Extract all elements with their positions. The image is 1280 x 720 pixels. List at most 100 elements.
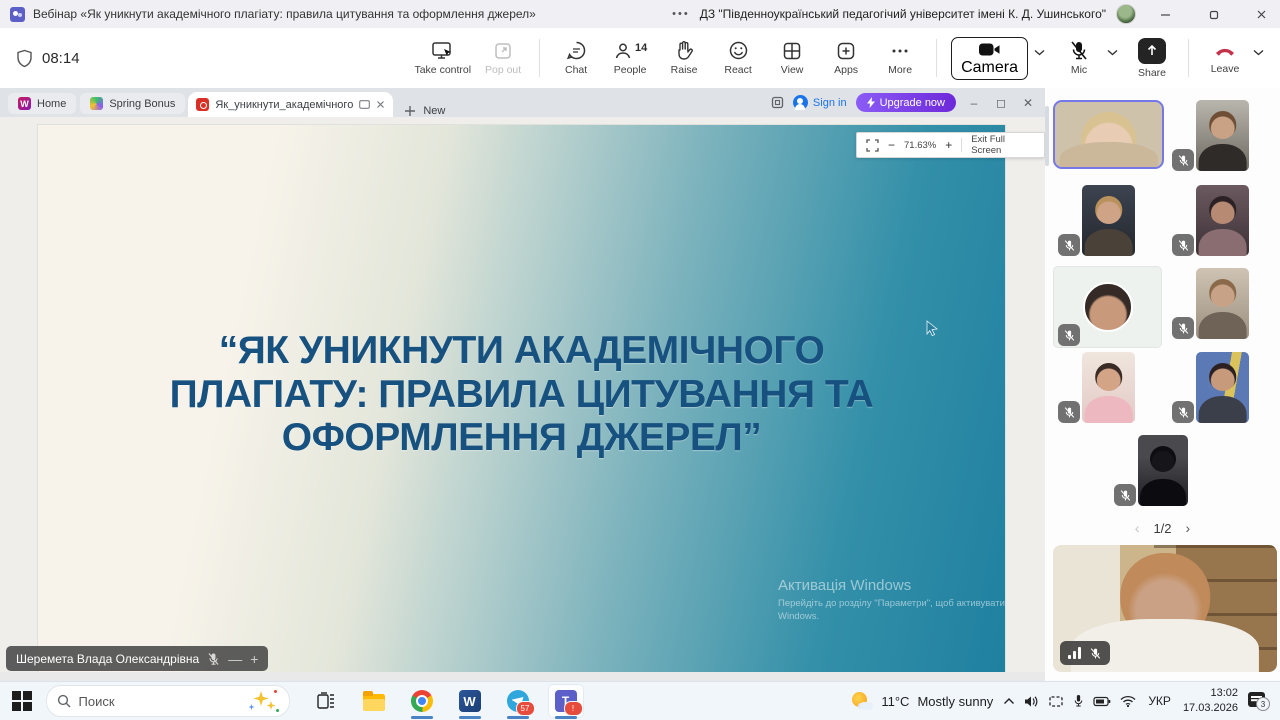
mic-options-chevron[interactable] (1107, 49, 1118, 68)
tab-presentation[interactable]: Як_уникнути_академічного (188, 92, 393, 117)
participant-video[interactable] (1082, 352, 1135, 423)
file-explorer-button[interactable] (356, 684, 392, 718)
share-button[interactable]: Share (1130, 38, 1174, 79)
wildberries-icon: W (18, 97, 31, 110)
notification-center-button[interactable]: 3 (1248, 691, 1270, 711)
video-status-overlay (1060, 641, 1110, 665)
participant-video[interactable] (1196, 352, 1249, 423)
task-view-button[interactable] (308, 684, 344, 718)
hidden-icons-chevron[interactable] (1003, 697, 1015, 705)
user-avatar[interactable] (1116, 4, 1136, 24)
battery-icon[interactable] (1093, 696, 1111, 707)
signal-bars-icon (1068, 647, 1081, 659)
spring-bonus-icon (90, 97, 103, 110)
mic-muted-badge (1058, 401, 1080, 423)
mic-muted-badge (1114, 484, 1136, 506)
volume-icon[interactable] (1024, 695, 1039, 708)
windows-activation-watermark: Активація Windows Перейдіть до розділу "… (778, 577, 1005, 624)
chrome-button[interactable] (404, 684, 440, 718)
browser-tab-strip: W Home Spring Bonus Як_уникнути_академіч… (0, 88, 1045, 117)
participant-video[interactable] (1196, 100, 1249, 171)
language-indicator[interactable]: УКР (1148, 694, 1171, 708)
pdf-file-icon (196, 98, 209, 111)
people-button[interactable]: 14 People (608, 41, 652, 76)
weather-widget[interactable]: 11°C Mostly sunny (851, 691, 993, 711)
pin-add-icon[interactable]: + (250, 651, 258, 667)
zoom-out-button[interactable]: − (888, 138, 895, 152)
apps-button[interactable]: Apps (824, 41, 868, 76)
chat-button[interactable]: Chat (554, 40, 598, 76)
participant-video[interactable] (1082, 185, 1135, 256)
take-control-button[interactable]: Take control (414, 41, 471, 76)
raise-hand-button[interactable]: Raise (662, 40, 706, 76)
presenter-name-pill[interactable]: Шеремета Влада Олександрівна — + (6, 646, 268, 671)
fit-screen-icon[interactable] (866, 139, 879, 152)
zoom-in-button[interactable]: + (945, 138, 952, 152)
more-button[interactable]: More (878, 41, 922, 76)
telegram-button[interactable]: 57 (500, 684, 536, 718)
mic-muted-badge (1172, 234, 1194, 256)
restore-windows-icon[interactable] (771, 96, 784, 109)
apps-icon (836, 41, 856, 61)
maximize-button[interactable] (1194, 1, 1232, 28)
wifi-icon[interactable] (1120, 695, 1136, 707)
cast-screen-icon[interactable] (1048, 695, 1064, 708)
leave-options-chevron[interactable] (1253, 49, 1264, 68)
exit-full-screen-button[interactable]: Exit Full Screen (971, 134, 1035, 156)
organization-name: ДЗ "Південноукраїнський педагогічий унів… (700, 7, 1106, 21)
mic-muted-icon (1069, 40, 1089, 61)
participant-video[interactable] (1196, 185, 1249, 256)
more-icon (890, 41, 910, 61)
mic-muted-badge (1058, 234, 1080, 256)
pager-next-icon[interactable]: › (1186, 520, 1191, 536)
tray-mic-icon[interactable] (1073, 694, 1084, 708)
browser-close-icon[interactable]: ✕ (1019, 96, 1037, 110)
teams-app-icon (10, 7, 25, 22)
word-button[interactable]: W (452, 684, 488, 718)
participants-sidebar: ‹ 1/2 › (1045, 88, 1280, 681)
copilot-sparkle-icon (249, 690, 279, 712)
camera-button[interactable]: Camera (951, 37, 1028, 80)
leave-button[interactable]: Leave (1203, 42, 1247, 75)
start-button[interactable] (12, 691, 32, 711)
pin-remove-icon[interactable]: — (228, 651, 242, 667)
browser-minimize-icon[interactable]: – (965, 96, 983, 110)
new-tab-button[interactable]: New (404, 105, 445, 117)
sidebar-scrollbar[interactable] (1045, 106, 1049, 166)
zoom-level: 71.63% (904, 140, 936, 151)
close-button[interactable] (1242, 1, 1280, 28)
presentation-area: “ЯК УНИКНУТИ АКАДЕМІЧНОГО ПЛАГІАТУ: ПРАВ… (0, 117, 1045, 672)
upgrade-now-button[interactable]: Upgrade now (856, 93, 956, 112)
view-icon (782, 41, 802, 61)
clock[interactable]: 13:02 17.03.2026 (1183, 686, 1238, 716)
participant-video-large[interactable] (1053, 545, 1277, 672)
folder-icon (363, 694, 385, 711)
participant-video[interactable] (1138, 435, 1188, 506)
windows-logo-icon (12, 691, 32, 711)
tab-close-icon[interactable] (376, 100, 385, 109)
tab-home[interactable]: W Home (8, 93, 76, 114)
pop-out-icon (493, 41, 513, 61)
browser-maximize-icon[interactable]: ◻ (992, 96, 1010, 110)
tab-spring-bonus[interactable]: Spring Bonus (80, 93, 185, 114)
mic-muted-icon (1089, 647, 1102, 660)
mic-muted-badge (1058, 324, 1080, 346)
profile-icon (793, 95, 808, 110)
window-title-bar: Вебінар «Як уникнути академічного плагіа… (0, 0, 1280, 29)
mic-button[interactable]: Mic (1057, 40, 1101, 76)
camera-options-chevron[interactable] (1034, 49, 1045, 68)
react-button[interactable]: React (716, 40, 760, 76)
view-button[interactable]: View (770, 41, 814, 76)
weather-desc: Mostly sunny (917, 694, 993, 709)
minimize-button[interactable] (1146, 1, 1184, 28)
chrome-icon (411, 690, 433, 712)
sign-in-button[interactable]: Sign in (793, 95, 847, 110)
participant-video[interactable] (1196, 268, 1249, 339)
shared-screen: W Home Spring Bonus Як_уникнути_академіч… (0, 88, 1045, 681)
participant-video-active-speaker[interactable] (1053, 100, 1164, 169)
task-view-icon (316, 691, 336, 711)
teams-button[interactable]: T ! (548, 684, 584, 718)
taskbar-search[interactable]: Поиск (46, 685, 290, 717)
pager-prev-icon[interactable]: ‹ (1135, 520, 1140, 536)
titlebar-more-icon[interactable]: ••• (672, 8, 690, 20)
